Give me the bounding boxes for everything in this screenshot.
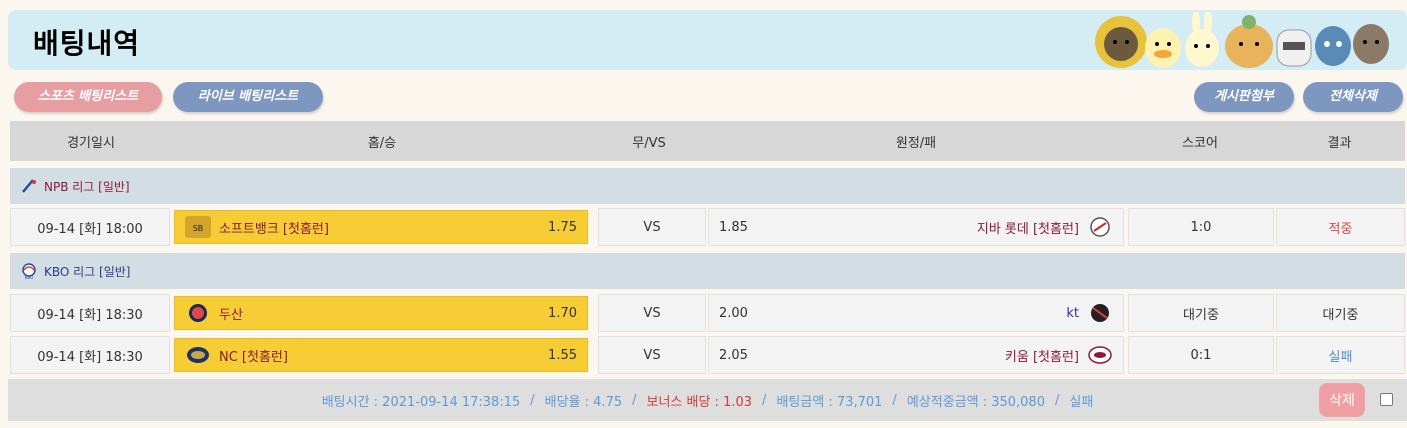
bet-status: 실패 [1069,394,1094,410]
column-header-score: 스코어 [1126,121,1274,161]
kiwoom-heroes-logo-icon [1088,346,1112,364]
betting-summary: 배팅시간 : 2021-09-14 17:38:15 / 배당율 : 4.75 … [8,379,1407,421]
page-header: 배팅내역 [8,10,1407,70]
column-header-datetime: 경기일시 [10,121,172,161]
away-odd: 1.85 [719,219,748,235]
select-checkbox[interactable] [1380,393,1393,406]
match-result: 대기중 [1276,294,1405,332]
league-header-npb: NPB 리그 [일반] [10,168,1405,204]
draw-bet-option[interactable]: VS [598,294,706,332]
column-header-home: 홈/승 [172,121,592,161]
match-score: 1:0 [1128,208,1274,246]
separator: / [1054,392,1060,408]
betting-history-page: 배팅내역 스포츠 배팅리스트 라이브 배팅리스트 게시판첨부 전체삭제 경기일시… [0,0,1407,428]
result-value: 적중 [1328,221,1353,237]
score-value: 1:0 [1190,219,1212,235]
separator: / [530,392,535,408]
away-team-name: 지바 롯데 [첫홈런] [976,221,1079,237]
league-name: NPB 리그 [일반] [44,179,130,194]
home-odd: 1.75 [548,219,577,235]
away-odd: 2.05 [719,347,748,363]
away-odd: 2.00 [719,305,748,321]
away-team-name: 키움 [첫홈런] [1004,349,1079,365]
vs-label: VS [643,305,661,321]
board-attach-button[interactable]: 게시판첨부 [1194,82,1294,112]
table-row-datetime: 09-14 [화] 18:00 [10,208,170,246]
mascot-bear-icon [1353,24,1389,64]
home-odd: 1.70 [548,305,577,321]
delete-all-button[interactable]: 전체삭제 [1303,82,1403,112]
home-bet-option[interactable]: SB 소프트뱅크 [첫홈런] 1.75 [174,210,588,244]
away-team-name: kt [1066,305,1079,321]
result-value: 실패 [1328,349,1353,365]
match-datetime: 09-14 [화] 18:30 [37,349,143,365]
match-datetime: 09-14 [화] 18:00 [37,221,143,237]
mascot-duck-icon [1145,28,1181,68]
svg-text:KBO: KBO [25,275,33,280]
home-team-name: NC [첫홈런] [219,349,288,365]
mascot-characters-illustration [1095,12,1389,68]
chiba-lotte-logo-icon [1090,217,1110,237]
score-value: 0:1 [1190,347,1212,363]
home-team-name: 두산 [219,307,243,323]
mascot-rabbit-icon [1185,12,1219,67]
away-bet-option[interactable]: 1.85 지바 롯데 [첫홈런] [708,208,1124,246]
npb-logo-icon [22,179,36,193]
match-score: 0:1 [1128,336,1274,374]
table-row-datetime: 09-14 [화] 18:30 [10,336,170,374]
kt-wiz-logo-icon [1091,304,1109,322]
delete-button[interactable]: 삭제 [1319,383,1365,417]
mascot-lion-icon [1095,16,1147,68]
match-result: 적중 [1276,208,1405,246]
home-odd: 1.55 [548,347,577,363]
column-header-draw: 무/VS [592,121,706,161]
kbo-logo-icon: KBO [22,263,36,280]
league-name: KBO 리그 [일반] [44,264,131,279]
live-betting-list-button[interactable]: 라이브 배팅리스트 [173,82,323,112]
mascot-robot-icon [1276,29,1312,67]
draw-bet-option[interactable]: VS [598,336,706,374]
mascot-ryan-icon [1225,15,1273,68]
bet-odds: 배당율 : 4.75 [544,394,623,410]
table-row-datetime: 09-14 [화] 18:30 [10,294,170,332]
separator: / [892,392,897,408]
page-title: 배팅내역 [33,27,141,60]
result-value: 대기중 [1322,307,1359,323]
softbank-hawks-logo-icon: SB [185,216,211,238]
nc-dinos-logo-icon [187,347,209,363]
column-header-result: 결과 [1274,121,1405,161]
sports-betting-list-button[interactable]: 스포츠 배팅리스트 [14,82,162,112]
svg-text:SB: SB [193,224,204,233]
match-score: 대기중 [1128,294,1274,332]
separator: / [762,392,767,408]
league-header-kbo: KBO KBO 리그 [일반] [10,253,1405,289]
home-team-name: 소프트뱅크 [첫홈런] [219,221,329,237]
bet-time: 배팅시간 : 2021-09-14 17:38:15 [321,394,521,410]
draw-bet-option[interactable]: VS [598,208,706,246]
vs-label: VS [643,219,661,235]
match-datetime: 09-14 [화] 18:30 [37,307,143,323]
separator: / [632,392,637,408]
column-header-away: 원정/패 [706,121,1126,161]
bet-amount: 배팅금액 : 73,701 [776,394,883,410]
vs-label: VS [643,347,661,363]
match-result: 실패 [1276,336,1405,374]
expected-win-amount: 예상적중금액 : 350,080 [906,394,1045,410]
score-value: 대기중 [1183,307,1219,323]
home-bet-option[interactable]: 두산 1.70 [174,296,588,330]
home-bet-option[interactable]: NC [첫홈런] 1.55 [174,338,588,372]
away-bet-option[interactable]: 2.00 kt [708,294,1124,332]
away-bet-option[interactable]: 2.05 키움 [첫홈런] [708,336,1124,374]
mascot-frodo-icon [1315,26,1351,66]
bonus-odds: 보너스 배당 : 1.03 [646,394,753,410]
doosan-bears-logo-icon [189,304,207,322]
